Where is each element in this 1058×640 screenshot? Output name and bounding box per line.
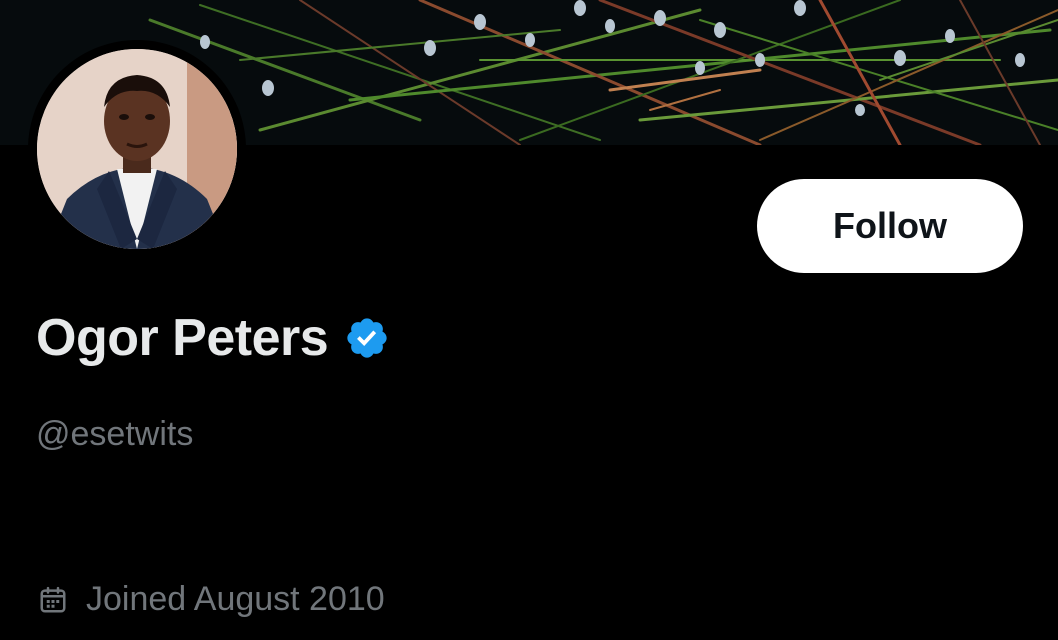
avatar-ring	[28, 40, 246, 258]
username-handle: @esetwits	[36, 415, 194, 453]
verified-badge-icon[interactable]	[344, 315, 390, 361]
avatar-photo	[37, 49, 237, 249]
joined-date: Joined August 2010	[86, 580, 385, 618]
joined-date-row: Joined August 2010	[38, 580, 385, 619]
avatar[interactable]	[37, 49, 237, 249]
follow-button[interactable]: Follow	[757, 179, 1023, 273]
display-name: Ogor Peters	[36, 309, 329, 367]
name-row: Ogor Peters	[36, 308, 390, 368]
calendar-icon	[38, 585, 68, 615]
profile-page: Follow Ogor Peters @esetwits Joined Augu	[0, 0, 1058, 640]
